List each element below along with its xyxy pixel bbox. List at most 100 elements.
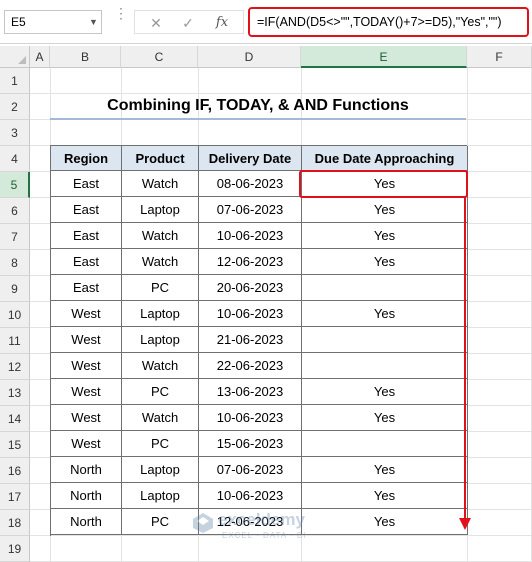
table-cell[interactable]: West — [51, 431, 122, 457]
row-header-6[interactable]: 6 — [0, 198, 30, 224]
name-box-value: E5 — [11, 15, 26, 29]
table-cell[interactable]: West — [51, 353, 122, 379]
table-cell[interactable]: Laptop — [122, 197, 199, 223]
table-cell[interactable] — [302, 353, 468, 379]
table-cell[interactable]: North — [51, 457, 122, 483]
row-header-11[interactable]: 11 — [0, 328, 30, 354]
table-header-cell[interactable]: Due Date Approaching — [302, 146, 468, 171]
table-cell[interactable]: Laptop — [122, 327, 199, 353]
table-cell[interactable]: PC — [122, 509, 199, 535]
sheet-title: Combining IF, TODAY, & AND Functions — [107, 97, 409, 114]
table-cell[interactable]: Yes — [302, 483, 468, 509]
watermark-name: exceldemy — [218, 510, 305, 529]
table-cell[interactable]: West — [51, 405, 122, 431]
formula-bar: E5 ▼ ⋮ ✕ ✓ fx =IF(AND(D5<>"",TODAY()+7>=… — [0, 0, 532, 44]
arrow-down-icon — [459, 518, 471, 530]
insert-function-icon[interactable]: fx — [211, 14, 233, 32]
table-cell[interactable]: Laptop — [122, 457, 199, 483]
table-cell[interactable]: Yes — [302, 249, 468, 275]
row-header-19[interactable]: 19 — [0, 536, 30, 562]
table-cell[interactable]: PC — [122, 275, 199, 301]
row-header-7[interactable]: 7 — [0, 224, 30, 250]
table-cell[interactable]: Watch — [122, 223, 199, 249]
table-cell[interactable]: North — [51, 483, 122, 509]
formula-input[interactable]: =IF(AND(D5<>"",TODAY()+7>=D5),"Yes","") — [248, 7, 529, 37]
table-cell[interactable]: East — [51, 171, 122, 197]
table-cell[interactable]: East — [51, 197, 122, 223]
drag-handle-icon[interactable]: ⋮ — [114, 6, 128, 35]
table-cell[interactable]: Yes — [302, 197, 468, 223]
table-cell[interactable]: Yes — [302, 405, 468, 431]
table-cell[interactable]: 21-06-2023 — [199, 327, 302, 353]
table-header-cell[interactable]: Product — [122, 146, 199, 171]
table-cell[interactable]: 07-06-2023 — [199, 197, 302, 223]
column-header-e[interactable]: E — [301, 46, 467, 68]
row-header-10[interactable]: 10 — [0, 302, 30, 328]
row-header-16[interactable]: 16 — [0, 458, 30, 484]
row-header-13[interactable]: 13 — [0, 380, 30, 406]
formula-text: =IF(AND(D5<>"",TODAY()+7>=D5),"Yes","") — [257, 15, 502, 29]
table-cell[interactable]: Watch — [122, 353, 199, 379]
column-header-a[interactable]: A — [30, 46, 50, 68]
column-header-f[interactable]: F — [467, 46, 532, 68]
table-cell[interactable]: 08-06-2023 — [199, 171, 302, 197]
table-cell[interactable]: 10-06-2023 — [199, 223, 302, 249]
enter-icon[interactable]: ✓ — [177, 14, 199, 32]
row-header-2[interactable]: 2 — [0, 94, 30, 120]
table-cell[interactable]: Yes — [302, 223, 468, 249]
table-cell[interactable]: West — [51, 379, 122, 405]
fill-down-arrow — [464, 196, 466, 520]
table-cell[interactable]: North — [51, 509, 122, 535]
row-header-9[interactable]: 9 — [0, 276, 30, 302]
table-cell[interactable]: 12-06-2023 — [199, 249, 302, 275]
table-cell[interactable]: West — [51, 301, 122, 327]
table-cell[interactable]: Yes — [302, 301, 468, 327]
table-cell[interactable]: 10-06-2023 — [199, 483, 302, 509]
table-cell[interactable]: 07-06-2023 — [199, 457, 302, 483]
chevron-down-icon[interactable]: ▼ — [89, 17, 99, 27]
table-cell[interactable]: East — [51, 249, 122, 275]
table-cell[interactable]: 10-06-2023 — [199, 301, 302, 327]
table-cell[interactable]: 15-06-2023 — [199, 431, 302, 457]
table-cell[interactable]: Watch — [122, 171, 199, 197]
row-header-17[interactable]: 17 — [0, 484, 30, 510]
column-header-c[interactable]: C — [121, 46, 198, 68]
table-cell[interactable] — [302, 327, 468, 353]
table-cell[interactable] — [302, 431, 468, 457]
table-cell[interactable]: 20-06-2023 — [199, 275, 302, 301]
table-cell[interactable]: 13-06-2023 — [199, 379, 302, 405]
table-cell[interactable]: PC — [122, 431, 199, 457]
row-header-3[interactable]: 3 — [0, 120, 30, 146]
table-cell[interactable]: East — [51, 223, 122, 249]
watermark: exceldemy EXCEL · DATA · BI — [192, 510, 342, 544]
table-cell[interactable]: West — [51, 327, 122, 353]
row-header-8[interactable]: 8 — [0, 250, 30, 276]
formula-buttons: ✕ ✓ fx — [134, 10, 244, 34]
table-cell[interactable]: Watch — [122, 405, 199, 431]
cancel-icon[interactable]: ✕ — [145, 14, 167, 32]
active-cell-highlight[interactable] — [299, 170, 468, 198]
table-header-cell[interactable]: Delivery Date — [199, 146, 302, 171]
table-cell[interactable]: Yes — [302, 457, 468, 483]
column-header-d[interactable]: D — [198, 46, 301, 68]
table-cell[interactable]: 10-06-2023 — [199, 405, 302, 431]
row-header-15[interactable]: 15 — [0, 432, 30, 458]
table-cell[interactable]: PC — [122, 379, 199, 405]
table-cell[interactable]: 22-06-2023 — [199, 353, 302, 379]
row-header-18[interactable]: 18 — [0, 510, 30, 536]
name-box[interactable]: E5 ▼ — [4, 10, 102, 34]
table-cell[interactable] — [302, 275, 468, 301]
row-header-4[interactable]: 4 — [0, 146, 30, 172]
table-cell[interactable]: Yes — [302, 379, 468, 405]
select-all-icon — [18, 56, 26, 64]
table-cell[interactable]: Laptop — [122, 483, 199, 509]
row-header-14[interactable]: 14 — [0, 406, 30, 432]
table-header-cell[interactable]: Region — [51, 146, 122, 171]
row-header-1[interactable]: 1 — [0, 68, 30, 94]
row-header-5[interactable]: 5 — [0, 172, 30, 198]
table-cell[interactable]: Watch — [122, 249, 199, 275]
table-cell[interactable]: Laptop — [122, 301, 199, 327]
table-cell[interactable]: East — [51, 275, 122, 301]
row-header-12[interactable]: 12 — [0, 354, 30, 380]
column-header-b[interactable]: B — [50, 46, 121, 68]
